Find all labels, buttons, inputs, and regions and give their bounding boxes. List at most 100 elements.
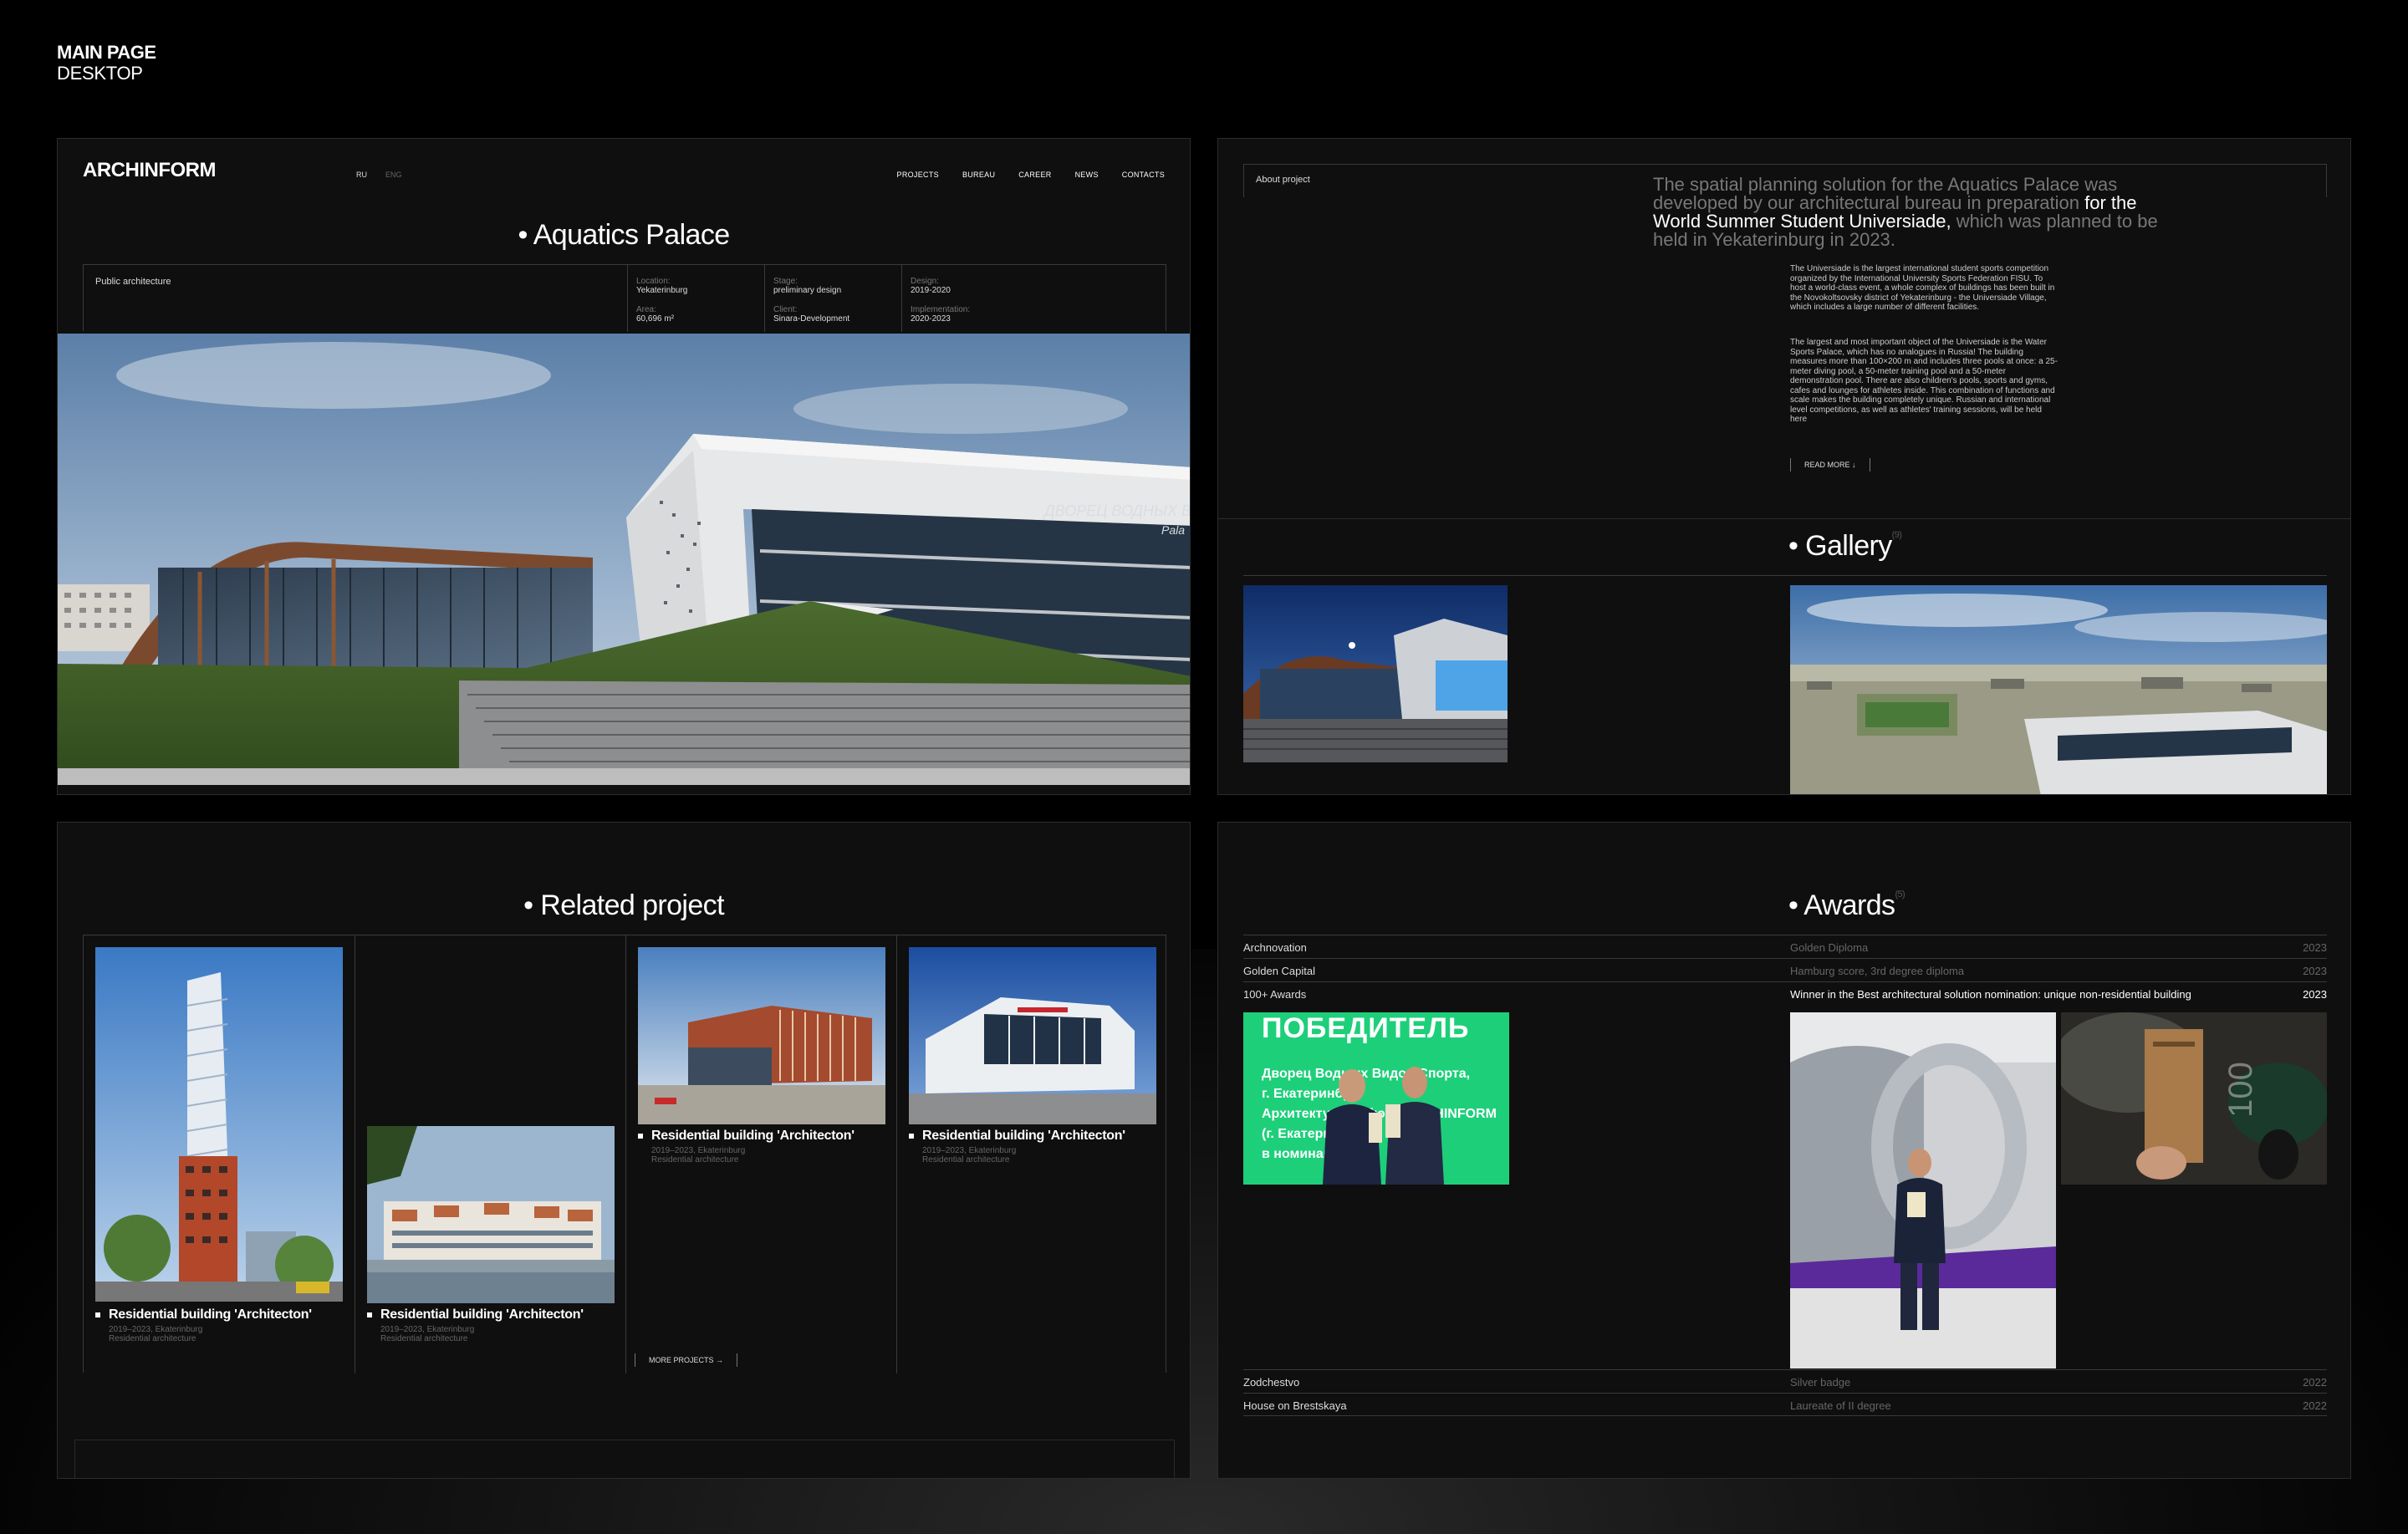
caption-main-page: MAIN PAGE <box>57 42 156 63</box>
award-row-1-award: Golden Diploma <box>1790 941 1869 954</box>
related-card-4-meta2: Residential architecture <box>922 1155 1010 1165</box>
terraces-render <box>367 1126 615 1303</box>
related-image-1 <box>95 947 343 1302</box>
design-label: Design: <box>911 277 939 286</box>
meta-location-area: Location: Yekaterinburg Area: 60,696 m² <box>627 265 764 332</box>
related-card-2[interactable]: Residential building 'Architecton' 2019–… <box>355 935 625 1373</box>
facade-lettering-2: Pala <box>1161 523 1185 537</box>
related-card-4-name: Residential building 'Architecton' <box>909 1129 1156 1143</box>
related-image-3 <box>638 947 885 1124</box>
about-intro: The spatial planning solution for the Aq… <box>1653 176 2188 249</box>
awards-title-text: Awards <box>1788 889 1895 921</box>
project-category: Public architecture <box>95 277 171 287</box>
award-row-2-name: Golden Capital <box>1243 965 1315 977</box>
impl-label: Implementation: <box>911 305 971 314</box>
main-nav: PROJECTS BUREAU CAREER NEWS CONTACTS <box>897 171 1165 179</box>
glass-pavilion-render <box>909 947 1156 1124</box>
aquatics-palace-photo: ДВОРЕЦ ВОДНЫХ В Pala <box>58 334 1191 785</box>
awards-panel: Awards(5) Archnovation Golden Diploma 20… <box>1217 822 2351 1479</box>
related-card-3-meta1: 2019–2023, Ekaterinburg <box>651 1146 746 1155</box>
award-row-3-name: 100+ Awards <box>1243 988 1307 1001</box>
nav-bureau[interactable]: BUREAU <box>962 171 995 179</box>
stage-label: Stage: <box>773 277 798 286</box>
nav-news[interactable]: NEWS <box>1075 171 1099 179</box>
gallery-image-2[interactable] <box>1790 585 2327 794</box>
related-card-1-meta1: 2019–2023, Ekaterinburg <box>109 1325 203 1334</box>
related-card-2-meta1: 2019–2023, Ekaterinburg <box>380 1325 475 1334</box>
related-card-3[interactable]: Residential building 'Architecton' 2019–… <box>625 935 896 1373</box>
project-meta: Public architecture Location: Yekaterinb… <box>83 264 1167 332</box>
gallery-image-1[interactable] <box>1243 585 1508 762</box>
trophy-photo <box>2061 1012 2327 1185</box>
caption-desktop: DESKTOP <box>57 63 143 84</box>
hero-panel: ARCHINFORM RU ENG PROJECTS BUREAU CAREER… <box>57 138 1191 795</box>
related-card-1[interactable]: Residential building 'Architecton' 2019–… <box>84 935 355 1373</box>
award-row-2[interactable]: Golden Capital Hamburg score, 3rd degree… <box>1243 958 2327 981</box>
gallery-count: (9) <box>1891 530 1902 540</box>
award-row-5-award: Laureate of II degree <box>1790 1399 1891 1412</box>
gallery-photo-dusk <box>1243 585 1508 762</box>
related-grid: Residential building 'Architecton' 2019–… <box>83 935 1166 1373</box>
impl-value: 2020-2023 <box>911 314 951 324</box>
tower-render <box>95 947 343 1302</box>
award-row-2-year: 2023 <box>2303 965 2327 977</box>
related-image-2 <box>367 1126 615 1303</box>
facade-lettering: ДВОРЕЦ ВОДНЫХ В <box>1043 502 1191 519</box>
related-card-2-text: Residential building 'Architecton' 2019–… <box>367 1308 615 1343</box>
nav-career[interactable]: CAREER <box>1018 171 1051 179</box>
related-card-1-meta2: Residential architecture <box>109 1334 196 1343</box>
award-row-4[interactable]: Zodchestvo Silver badge 2022 <box>1243 1369 2327 1393</box>
award-row-4-year: 2022 <box>2303 1376 2327 1389</box>
meta-dates: Design: 2019-2020 Implementation: 2020-2… <box>901 265 1167 332</box>
lang-en[interactable]: ENG <box>385 171 402 179</box>
intro-part-a: The spatial planning solution for the Aq… <box>1653 174 2118 213</box>
client-label: Client: <box>773 305 798 314</box>
design-value: 2019-2020 <box>911 286 951 295</box>
award-photo-winners: ПОБЕДИТЕЛЬ Дворец Водных Видов Спорта, г… <box>1243 1012 1509 1185</box>
related-card-4-text: Residential building 'Architecton' 2019–… <box>909 1129 1156 1165</box>
area-value: 60,696 m² <box>636 314 675 324</box>
related-card-3-meta2: Residential architecture <box>651 1155 739 1165</box>
location-label: Location: <box>636 277 671 286</box>
award-row-3-award: Winner in the Best architectural solutio… <box>1790 988 2191 1001</box>
award-row-3-expanded[interactable]: 100+ Awards Winner in the Best architect… <box>1243 981 2327 1430</box>
artboard-caption: MAIN PAGE DESKTOP <box>57 43 156 83</box>
hero-image: ДВОРЕЦ ВОДНЫХ В Pala <box>58 334 1191 785</box>
award-photo-trophy: 100 <box>2061 1012 2327 1185</box>
award-row-1-year: 2023 <box>2303 941 2327 954</box>
read-more-button[interactable]: READ MORE ↓ <box>1790 458 1870 471</box>
award-row-5[interactable]: House on Brestskaya Laureate of II degre… <box>1243 1393 2327 1416</box>
section-divider <box>1218 518 2350 519</box>
related-card-4[interactable]: Residential building 'Architecton' 2019–… <box>896 935 1167 1373</box>
awards-count: (5) <box>1895 889 1905 900</box>
nav-projects[interactable]: PROJECTS <box>897 171 939 179</box>
award-row-1-name: Archnovation <box>1243 941 1307 954</box>
award-photo-standing <box>1790 1012 2056 1368</box>
related-card-4-meta1: 2019–2023, Ekaterinburg <box>922 1146 1017 1155</box>
standing-man-photo <box>1790 1012 2056 1368</box>
related-card-3-text: Residential building 'Architecton' 2019–… <box>638 1129 885 1165</box>
award-row-3-year: 2023 <box>2303 988 2327 1001</box>
footer-stub <box>74 1440 1175 1478</box>
award-row-5-name: House on Brestskaya <box>1243 1399 1347 1412</box>
more-projects-button[interactable]: MORE PROJECTS → <box>635 1353 738 1367</box>
related-card-2-name: Residential building 'Architecton' <box>367 1308 615 1322</box>
gallery-rule <box>1243 575 2327 576</box>
gallery-title-text: Gallery <box>1788 530 1892 562</box>
award-row-2-award: Hamburg score, 3rd degree diploma <box>1790 965 1965 977</box>
about-paragraph-1: The Universiade is the largest internati… <box>1790 264 2055 312</box>
related-card-3-name: Residential building 'Architecton' <box>638 1129 885 1143</box>
logo[interactable]: ARCHINFORM <box>83 159 216 182</box>
area-label: Area: <box>636 305 656 314</box>
award-row-4-name: Zodchestvo <box>1243 1376 1300 1389</box>
awards-title: Awards(5) <box>1788 889 1905 922</box>
related-title: Related project <box>58 889 1190 922</box>
sports-center-render <box>638 947 885 1124</box>
award-row-1[interactable]: Archnovation Golden Diploma 2023 <box>1243 935 2327 958</box>
lang-ru[interactable]: RU <box>356 171 367 179</box>
project-title: Aquatics Palace <box>58 219 1190 252</box>
sign-100: 100 <box>2222 1062 2259 1118</box>
related-card-2-meta2: Residential architecture <box>380 1334 468 1343</box>
gallery-photo-aerial <box>1790 585 2327 794</box>
nav-contacts[interactable]: CONTACTS <box>1122 171 1165 179</box>
